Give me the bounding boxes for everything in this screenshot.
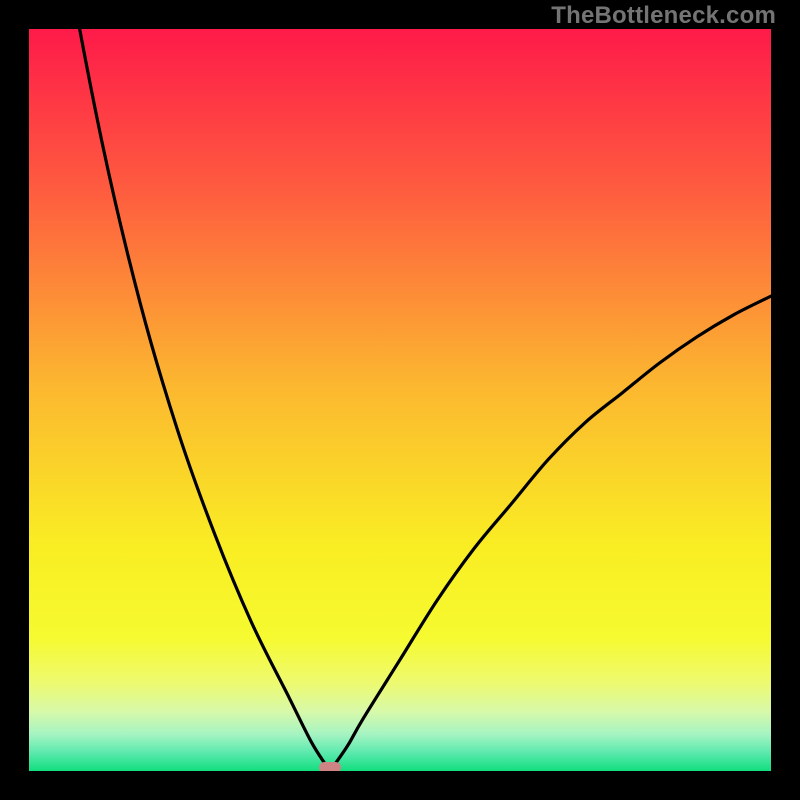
chart-frame: TheBottleneck.com [0,0,800,800]
watermark-text: TheBottleneck.com [551,2,776,30]
optimum-marker [319,762,341,771]
bottleneck-curve [29,29,771,771]
plot-area [29,29,771,771]
